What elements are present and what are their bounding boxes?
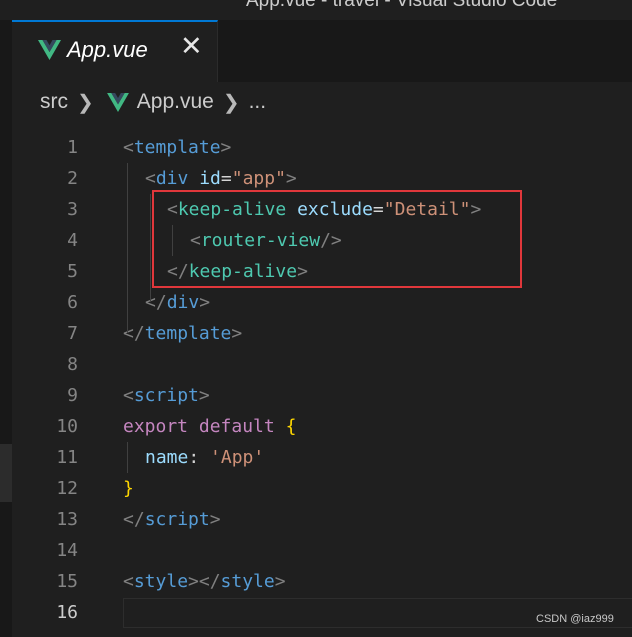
line-number: 7 (67, 323, 78, 344)
breadcrumb-file[interactable]: App.vue (137, 90, 214, 114)
close-tab-icon[interactable]: ✕ (180, 31, 203, 62)
breadcrumb-folder[interactable]: src (40, 90, 68, 114)
code-token: style (133, 571, 189, 592)
code-token: "app" (231, 168, 286, 189)
code-token: < (123, 571, 134, 592)
chevron-right-icon: ❯ (222, 91, 240, 114)
code-token: > (220, 137, 232, 158)
window-title-bar: App.vue - travel - Visual Studio Code (0, 0, 632, 20)
breadcrumb: src ❯ App.vue ❯ ... (40, 88, 266, 116)
code-line[interactable]: </template> (123, 318, 242, 349)
code-token: > (285, 168, 297, 189)
tab-app-vue[interactable]: App.vue ✕ (12, 20, 218, 82)
vue-icon (38, 40, 61, 64)
code-line[interactable]: <script> (123, 380, 210, 411)
indent-guide (150, 194, 151, 302)
code-token: div (155, 168, 189, 189)
code-token: < (123, 385, 134, 406)
line-number: 8 (67, 354, 78, 375)
code-token: } (123, 478, 134, 499)
code-token: template (144, 323, 232, 344)
annotation-highlight-box (152, 190, 522, 288)
code-token: > (274, 571, 286, 592)
code-token: 'App' (210, 447, 265, 468)
tab-label: App.vue (67, 37, 148, 62)
line-number: 2 (67, 168, 78, 189)
code-token: script (133, 385, 199, 406)
code-token: > (231, 323, 243, 344)
line-number: 15 (56, 571, 78, 592)
line-number: 4 (67, 230, 78, 251)
code-token: </ (145, 292, 167, 313)
code-token: name (145, 447, 189, 468)
vue-icon (106, 92, 129, 112)
code-token: < (145, 168, 156, 189)
line-number: 1 (67, 137, 78, 158)
code-token: > (209, 509, 221, 530)
line-number: 6 (67, 292, 78, 313)
code-line[interactable]: </script> (123, 504, 221, 535)
code-token: > (198, 385, 210, 406)
line-number: 13 (56, 509, 78, 530)
panel-marker (0, 444, 12, 502)
code-token: ></ (188, 571, 221, 592)
code-token: export (123, 416, 189, 437)
left-panel-edge (0, 20, 12, 637)
code-line[interactable]: export default { (123, 411, 296, 442)
line-number: 11 (56, 447, 78, 468)
breadcrumb-more[interactable]: ... (249, 90, 267, 114)
code-line[interactable]: } (123, 473, 134, 504)
code-token: </ (123, 509, 145, 530)
code-token: script (144, 509, 210, 530)
code-token: { (285, 416, 297, 437)
code-token: default (198, 416, 275, 437)
watermark: CSDN @iaz999 (536, 613, 614, 625)
code-token: < (123, 137, 134, 158)
chevron-right-icon: ❯ (77, 91, 94, 114)
code-line[interactable]: </div> (123, 287, 210, 318)
line-number: 12 (56, 478, 78, 499)
code-token: > (199, 292, 211, 313)
line-number: 5 (67, 261, 78, 282)
code-token: template (133, 137, 221, 158)
code-token: style (220, 571, 275, 592)
code-line[interactable]: name: 'App' (123, 442, 264, 473)
code-line[interactable]: <style></style> (123, 566, 286, 597)
window-title: App.vue - travel - Visual Studio Code (246, 0, 558, 11)
indent-guide (127, 163, 128, 333)
line-number: 3 (67, 199, 78, 220)
code-line[interactable]: <template> (123, 132, 231, 163)
editor-area[interactable] (12, 82, 632, 637)
line-number: 16 (56, 602, 78, 623)
code-token: id (199, 168, 221, 189)
line-number: 14 (56, 540, 78, 561)
code-token: : (188, 447, 211, 468)
line-number: 9 (67, 385, 78, 406)
line-number: 10 (56, 416, 78, 437)
code-token: div (166, 292, 200, 313)
code-token: = (220, 168, 232, 189)
indent-guide (127, 442, 128, 473)
